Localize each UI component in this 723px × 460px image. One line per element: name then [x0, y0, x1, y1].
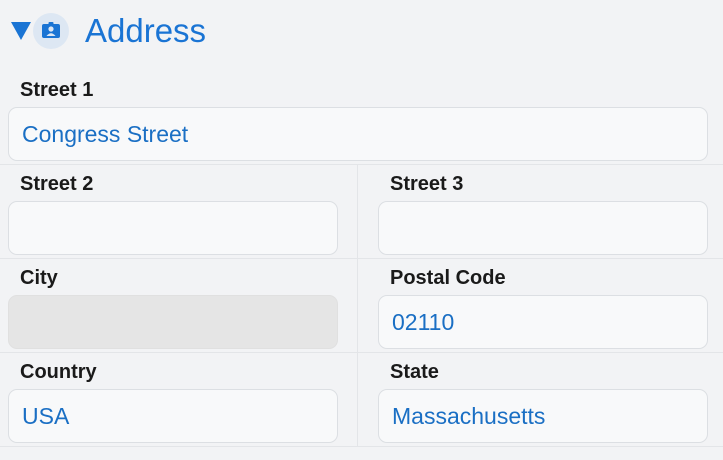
street1-label: Street 1 — [20, 79, 94, 101]
address-section-header[interactable]: Address — [0, 0, 723, 62]
street2-input[interactable] — [8, 201, 338, 255]
address-card-icon — [33, 13, 69, 49]
country-label: Country — [20, 361, 97, 383]
row-divider — [0, 446, 723, 447]
street2-label: Street 2 — [20, 173, 94, 195]
row-divider — [0, 164, 723, 165]
row-divider — [0, 258, 723, 259]
city-label: City — [20, 267, 58, 289]
postal-code-label: Postal Code — [390, 267, 506, 289]
city-input — [8, 295, 338, 349]
column-divider — [357, 165, 358, 446]
street1-input[interactable] — [8, 107, 708, 161]
section-title: Address — [85, 12, 207, 49]
postal-code-input[interactable] — [378, 295, 708, 349]
state-input[interactable] — [378, 389, 708, 443]
caret-down-icon[interactable] — [10, 21, 32, 41]
country-input[interactable] — [8, 389, 338, 443]
row-divider — [0, 352, 723, 353]
state-label: State — [390, 361, 439, 383]
street3-label: Street 3 — [390, 173, 464, 195]
street3-input[interactable] — [378, 201, 708, 255]
